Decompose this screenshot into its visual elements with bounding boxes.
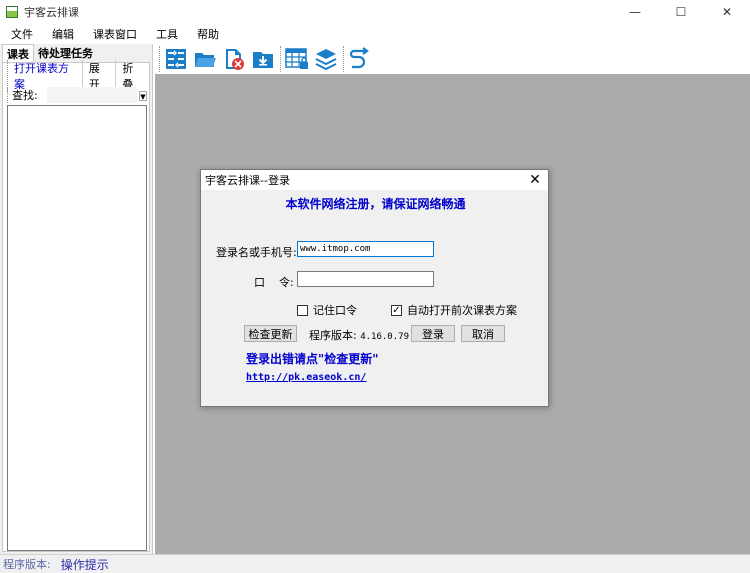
status-version-label: 程序版本: bbox=[3, 558, 51, 571]
status-bar: 程序版本: 操作提示 bbox=[0, 554, 750, 573]
redo-arrow-icon[interactable] bbox=[348, 47, 372, 71]
username-field[interactable] bbox=[297, 241, 434, 257]
version-label: 程序版本: bbox=[309, 329, 357, 342]
menu-timetable-window[interactable]: 课表窗口 bbox=[82, 26, 145, 42]
dialog-close-button[interactable]: ✕ bbox=[526, 171, 544, 189]
version-info: 程序版本: 4.16.0.79 bbox=[309, 327, 409, 343]
minimize-button[interactable]: — bbox=[612, 0, 658, 24]
username-label: 登录名或手机号: bbox=[216, 246, 297, 259]
title-bar: 宇客云排课 — ☐ ✕ bbox=[0, 0, 750, 24]
login-button[interactable]: 登录 bbox=[411, 325, 455, 342]
window-controls: — ☐ ✕ bbox=[612, 0, 750, 24]
menu-edit[interactable]: 编辑 bbox=[41, 26, 82, 42]
error-tip: 登录出错请点"检查更新" bbox=[246, 352, 379, 366]
auto-open-checkbox-box[interactable]: ✓ bbox=[391, 304, 402, 316]
main-toolbar bbox=[155, 44, 750, 74]
password-field[interactable] bbox=[297, 271, 434, 287]
tree-toolbar: 打开课表方案 展开 折叠 bbox=[7, 60, 149, 92]
status-hint: 操作提示 bbox=[60, 557, 109, 572]
toolbar-separator bbox=[343, 46, 344, 72]
check-update-button[interactable]: 检查更新 bbox=[244, 325, 297, 342]
menu-bar: 文件 编辑 课表窗口 工具 帮助 bbox=[0, 24, 750, 44]
layers-icon[interactable] bbox=[314, 47, 338, 71]
menu-help[interactable]: 帮助 bbox=[186, 26, 227, 42]
dialog-title-bar: 宇客云排课--登录 ✕ bbox=[201, 170, 548, 190]
auto-open-checkbox[interactable]: ✓ 自动打开前次课表方案 bbox=[391, 302, 517, 318]
grid-arrows-icon[interactable] bbox=[164, 47, 188, 71]
password-label: 口 令: bbox=[254, 276, 294, 289]
open-folder-icon[interactable] bbox=[193, 47, 217, 71]
timetable-tree[interactable] bbox=[7, 105, 147, 551]
locked-table-icon[interactable] bbox=[285, 47, 309, 71]
dialog-title: 宇客云排课--登录 bbox=[205, 174, 290, 187]
toolbar-separator bbox=[280, 46, 281, 72]
remember-checkbox-box[interactable] bbox=[297, 304, 308, 316]
chevron-down-icon[interactable]: ▼ bbox=[139, 91, 147, 101]
tree-search: 查找: ▼ bbox=[7, 87, 147, 103]
maximize-button[interactable]: ☐ bbox=[658, 0, 704, 24]
menu-file[interactable]: 文件 bbox=[0, 26, 41, 42]
website-link[interactable]: http://pk.easeok.cn/ bbox=[246, 372, 366, 383]
remember-password-checkbox[interactable]: 记住口令 bbox=[297, 302, 357, 318]
download-folder-icon[interactable] bbox=[251, 47, 275, 71]
cancel-button[interactable]: 取消 bbox=[461, 325, 505, 342]
remember-label: 记住口令 bbox=[313, 304, 357, 317]
app-logo-icon bbox=[6, 6, 18, 18]
version-number: 4.16.0.79 bbox=[360, 332, 409, 342]
window-title: 宇客云排课 bbox=[24, 6, 79, 19]
search-label: 查找: bbox=[7, 87, 38, 103]
search-input[interactable] bbox=[47, 87, 137, 103]
close-button[interactable]: ✕ bbox=[704, 0, 750, 24]
left-panel: 课表 待处理任务 打开课表方案 展开 折叠 查找: ▼ bbox=[0, 44, 153, 554]
login-dialog: 宇客云排课--登录 ✕ 本软件网络注册，请保证网络畅通 登录名或手机号: 口 令… bbox=[200, 169, 549, 407]
network-notice: 本软件网络注册，请保证网络畅通 bbox=[285, 197, 466, 211]
delete-file-icon[interactable] bbox=[222, 47, 246, 71]
left-panel-body: 打开课表方案 展开 折叠 查找: ▼ bbox=[2, 60, 150, 552]
menu-tools[interactable]: 工具 bbox=[145, 26, 186, 42]
auto-open-label: 自动打开前次课表方案 bbox=[407, 304, 517, 317]
toolbar-grip bbox=[159, 46, 160, 72]
